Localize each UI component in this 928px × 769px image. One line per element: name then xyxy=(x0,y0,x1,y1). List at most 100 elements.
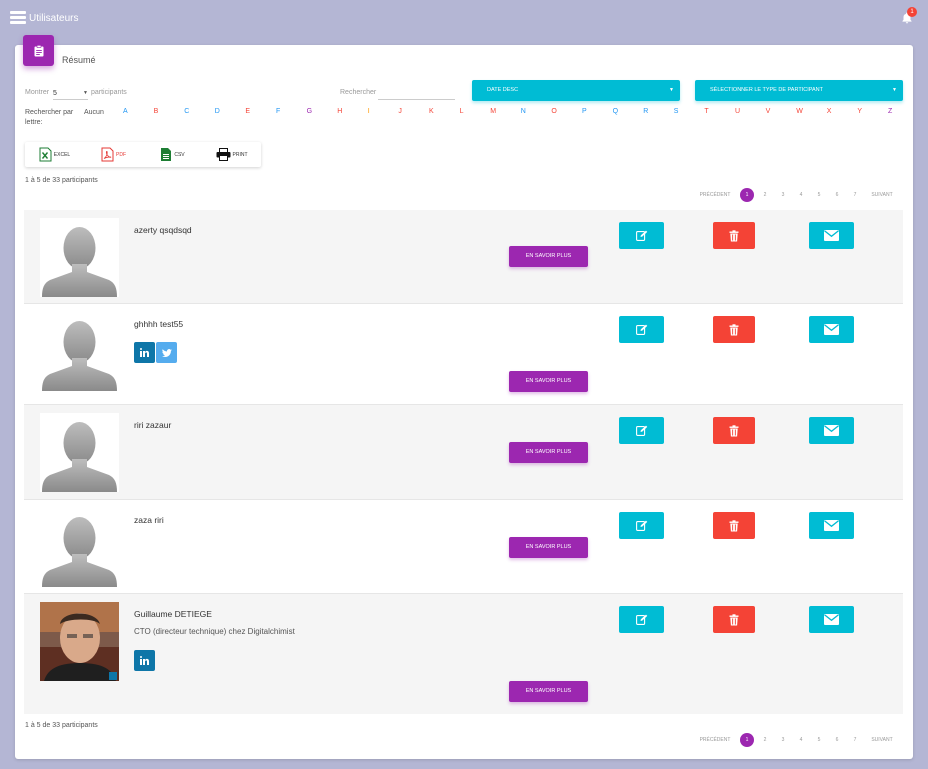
caret-down-icon: ▼ xyxy=(892,87,897,93)
page-size-select[interactable]: 5 ▼ xyxy=(53,87,88,100)
linkedin-icon xyxy=(140,652,149,670)
sort-dropdown[interactable]: DATE DESC ▼ xyxy=(472,80,680,101)
pagination-page-1[interactable]: 1 xyxy=(740,188,754,202)
sort-dropdown-label: DATE DESC xyxy=(487,87,519,93)
participant-row: riri zazaur EN SAVOIR PLUS xyxy=(24,404,903,499)
letter-filter-g[interactable]: G xyxy=(307,108,312,115)
email-button[interactable] xyxy=(809,222,854,249)
search-input[interactable] xyxy=(378,88,455,100)
twitter-button[interactable] xyxy=(156,342,177,363)
letter-filter-e[interactable]: E xyxy=(245,108,250,115)
pagination-page-5[interactable]: 5 xyxy=(812,188,826,202)
participant-row: zaza riri EN SAVOIR PLUS xyxy=(24,499,903,593)
pagination-page-3[interactable]: 3 xyxy=(776,188,790,202)
letter-filter-v[interactable]: V xyxy=(766,108,771,115)
letter-filter-c[interactable]: C xyxy=(184,108,189,115)
caret-down-icon: ▼ xyxy=(669,87,674,93)
pagination-page-4[interactable]: 4 xyxy=(794,733,808,747)
letter-filter-f[interactable]: F xyxy=(276,108,280,115)
letter-filter-w[interactable]: W xyxy=(796,108,803,115)
participant-name: Guillaume DETIEGE xyxy=(134,609,212,619)
letter-filter-x[interactable]: X xyxy=(827,108,832,115)
letter-filter-n[interactable]: N xyxy=(521,108,526,115)
learn-more-button[interactable]: EN SAVOIR PLUS xyxy=(509,537,588,558)
linkedin-button[interactable] xyxy=(134,342,155,363)
export-excel-button[interactable]: EXCEL xyxy=(25,142,84,167)
letter-filter-u[interactable]: U xyxy=(735,108,740,115)
edit-button[interactable] xyxy=(619,417,664,444)
pagination-page-6[interactable]: 6 xyxy=(830,188,844,202)
participant-name: riri zazaur xyxy=(134,420,172,430)
learn-more-button[interactable]: EN SAVOIR PLUS xyxy=(509,681,588,702)
letter-filter-t[interactable]: T xyxy=(704,108,708,115)
edit-button[interactable] xyxy=(619,222,664,249)
results-count-bottom: 1 à 5 de 33 participants xyxy=(25,722,98,729)
pagination-page-7[interactable]: 7 xyxy=(848,188,862,202)
edit-icon xyxy=(635,324,647,335)
edit-button[interactable] xyxy=(619,606,664,633)
delete-button[interactable] xyxy=(713,222,755,249)
learn-more-button[interactable]: EN SAVOIR PLUS xyxy=(509,371,588,392)
pagination-page-2[interactable]: 2 xyxy=(758,733,772,747)
edit-button[interactable] xyxy=(619,512,664,539)
avatar xyxy=(40,413,119,492)
delete-button[interactable] xyxy=(713,606,755,633)
export-csv-button[interactable]: CSV xyxy=(143,142,202,167)
pagination-page-6[interactable]: 6 xyxy=(830,733,844,747)
email-button[interactable] xyxy=(809,512,854,539)
notifications-bell-icon[interactable]: 1 xyxy=(902,7,917,24)
search-label: Rechercher xyxy=(340,89,377,96)
print-label: PRINT xyxy=(232,151,248,158)
letter-filter-d[interactable]: D xyxy=(215,108,220,115)
pagination-page-7[interactable]: 7 xyxy=(848,733,862,747)
delete-button[interactable] xyxy=(713,417,755,444)
learn-more-button[interactable]: EN SAVOIR PLUS xyxy=(509,442,588,463)
pagination-page-2[interactable]: 2 xyxy=(758,188,772,202)
caret-down-icon: ▼ xyxy=(83,90,88,96)
letter-filter-k[interactable]: K xyxy=(429,108,434,115)
linkedin-icon xyxy=(140,344,149,362)
menu-icon[interactable] xyxy=(10,11,26,24)
print-button[interactable]: PRINT xyxy=(202,142,261,167)
export-pdf-button[interactable]: PDF xyxy=(84,142,143,167)
letter-filter-h[interactable]: H xyxy=(337,108,342,115)
pagination-page-1[interactable]: 1 xyxy=(740,733,754,747)
letter-filter-b[interactable]: B xyxy=(154,108,159,115)
letter-filter-i[interactable]: I xyxy=(368,108,370,115)
pagination-prev[interactable]: PRÉCÉDENT xyxy=(697,733,733,747)
letter-filter-s[interactable]: S xyxy=(674,108,679,115)
learn-more-button[interactable]: EN SAVOIR PLUS xyxy=(509,246,588,267)
pagination-bottom: PRÉCÉDENT 1 2 3 4 5 6 7 SUIVANT xyxy=(697,733,897,747)
letter-filter-o[interactable]: O xyxy=(551,108,556,115)
letter-filter-r[interactable]: R xyxy=(643,108,648,115)
excel-icon xyxy=(39,147,52,162)
edit-button[interactable] xyxy=(619,316,664,343)
email-button[interactable] xyxy=(809,316,854,343)
pagination-page-5[interactable]: 5 xyxy=(812,733,826,747)
linkedin-button[interactable] xyxy=(134,650,155,671)
letter-filter-a[interactable]: A xyxy=(123,108,128,115)
results-count-top: 1 à 5 de 33 participants xyxy=(25,177,98,184)
envelope-icon xyxy=(824,230,839,241)
email-button[interactable] xyxy=(809,606,854,633)
pagination-next[interactable]: SUIVANT xyxy=(867,188,897,202)
letter-filter-label-2: lettre: xyxy=(25,119,43,126)
participant-row: Guillaume DETIEGE CTO (directeur techniqu… xyxy=(24,593,903,714)
delete-button[interactable] xyxy=(713,512,755,539)
letter-filter-q[interactable]: Q xyxy=(613,108,618,115)
letter-filter-z[interactable]: Z xyxy=(888,108,892,115)
pagination-next[interactable]: SUIVANT xyxy=(867,733,897,747)
delete-button[interactable] xyxy=(713,316,755,343)
pagination-page-3[interactable]: 3 xyxy=(776,733,790,747)
letter-filter-p[interactable]: P xyxy=(582,108,587,115)
letter-filter-m[interactable]: M xyxy=(490,108,496,115)
pagination-page-4[interactable]: 4 xyxy=(794,188,808,202)
letter-filter-j[interactable]: J xyxy=(398,108,402,115)
email-button[interactable] xyxy=(809,417,854,444)
letter-filter-y[interactable]: Y xyxy=(857,108,862,115)
avatar xyxy=(40,312,119,391)
pagination-top: PRÉCÉDENT 1 2 3 4 5 6 7 SUIVANT xyxy=(697,188,897,202)
pagination-prev[interactable]: PRÉCÉDENT xyxy=(697,188,733,202)
letter-filter-l[interactable]: L xyxy=(460,108,464,115)
participant-type-dropdown[interactable]: SÉLECTIONNER LE TYPE DE PARTICIPANT ▼ xyxy=(695,80,903,101)
